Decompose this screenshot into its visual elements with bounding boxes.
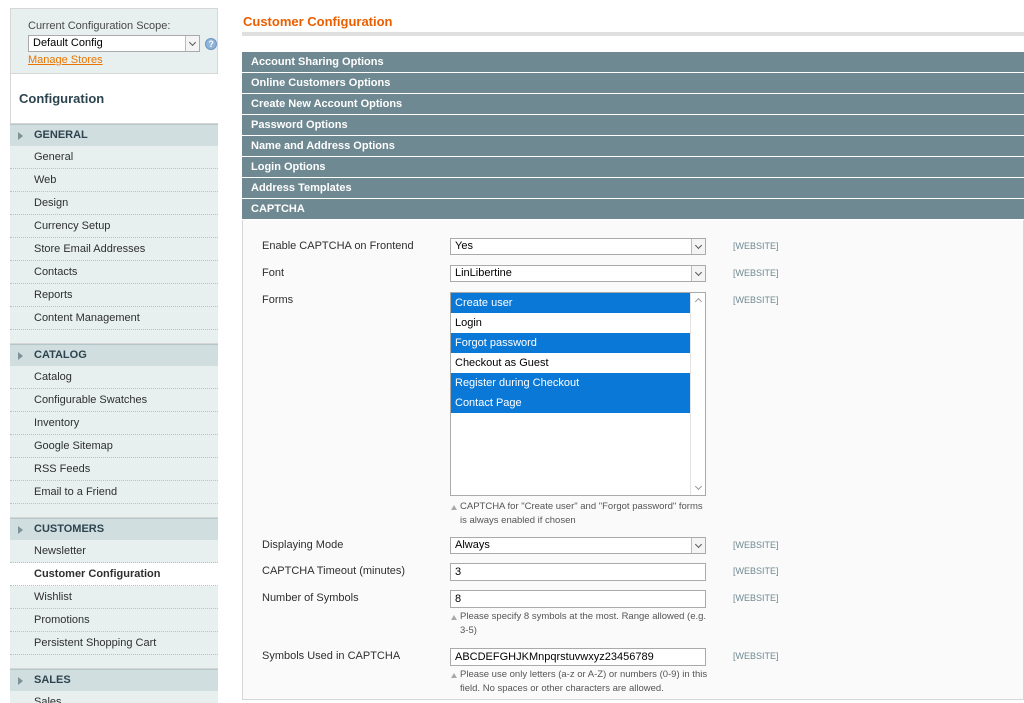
- forms-option[interactable]: Forgot password: [451, 333, 690, 353]
- help-icon[interactable]: ?: [205, 37, 217, 50]
- symbols-label: Number of Symbols: [262, 592, 359, 604]
- font-value: LinLibertine: [455, 267, 512, 279]
- displaying-mode-label: Displaying Mode: [262, 539, 344, 551]
- sidebar-item-reports[interactable]: Reports: [10, 284, 218, 307]
- nav-group-catalog[interactable]: CATALOG: [10, 344, 218, 366]
- symbols-used-label: Symbols Used in CAPTCHA: [262, 650, 401, 662]
- config-nav: GENERAL General Web Design Currency Setup Sto…: [10, 124, 218, 703]
- scope-tag: [WEBSITE]: [733, 566, 779, 576]
- sidebar: Current Configuration Scope: Default Con…: [10, 8, 218, 703]
- sidebar-item-design[interactable]: Design: [10, 192, 218, 215]
- section-login-options[interactable]: Login Options: [242, 157, 1024, 177]
- nav-group-customers[interactable]: CUSTOMERS: [10, 518, 218, 540]
- sidebar-item-customer-configuration[interactable]: Customer Configuration: [10, 563, 218, 586]
- scrollbar[interactable]: [690, 293, 705, 495]
- sidebar-item-google-sitemap[interactable]: Google Sitemap: [10, 435, 218, 458]
- chevron-down-icon: [691, 266, 705, 281]
- expand-triangle-icon: [18, 132, 23, 140]
- nav-group-label: SALES: [34, 674, 71, 686]
- section-captcha[interactable]: CAPTCHA: [242, 199, 1024, 219]
- chevron-down-icon: [691, 538, 705, 553]
- displaying-mode-value: Always: [455, 539, 490, 551]
- nav-group-spacer: [10, 655, 218, 669]
- manage-stores-link[interactable]: Manage Stores: [28, 53, 217, 67]
- sidebar-item-currency-setup[interactable]: Currency Setup: [10, 215, 218, 238]
- scope-switcher: Current Configuration Scope: Default Con…: [10, 8, 218, 74]
- sidebar-item-configurable-swatches[interactable]: Configurable Swatches: [10, 389, 218, 412]
- nav-group-label: CUSTOMERS: [34, 523, 105, 535]
- forms-multiselect[interactable]: Create user Login Forgot password Checkout …: [450, 292, 706, 496]
- expand-triangle-icon: [18, 526, 23, 534]
- sidebar-item-general[interactable]: General: [10, 146, 218, 169]
- scroll-down-icon[interactable]: [691, 480, 705, 495]
- sidebar-item-contacts[interactable]: Contacts: [10, 261, 218, 284]
- nav-group-spacer: [10, 504, 218, 518]
- section-create-new-account-options[interactable]: Create New Account Options: [242, 94, 1024, 114]
- forms-option[interactable]: Checkout as Guest: [451, 353, 690, 373]
- expand-triangle-icon: [18, 677, 23, 685]
- scope-tag: [WEBSITE]: [733, 540, 779, 550]
- forms-note: CAPTCHA for "Create user" and "Forgot pa…: [450, 500, 710, 528]
- forms-option[interactable]: Contact Page: [451, 393, 690, 413]
- chevron-down-icon: [691, 239, 705, 254]
- main-content: Customer Configuration Account Sharing O…: [242, 0, 1024, 703]
- sidebar-item-sales[interactable]: Sales: [10, 691, 218, 703]
- section-account-sharing-options[interactable]: Account Sharing Options: [242, 52, 1024, 72]
- sidebar-item-rss-feeds[interactable]: RSS Feeds: [10, 458, 218, 481]
- scope-tag: [WEBSITE]: [733, 593, 779, 603]
- displaying-mode-select[interactable]: Always: [450, 537, 706, 554]
- forms-option[interactable]: Login: [451, 313, 690, 333]
- scope-tag: [WEBSITE]: [733, 241, 779, 251]
- nav-group-general[interactable]: GENERAL: [10, 124, 218, 146]
- forms-label: Forms: [262, 294, 294, 306]
- section-name-and-address-options[interactable]: Name and Address Options: [242, 136, 1024, 156]
- sidebar-item-promotions[interactable]: Promotions: [10, 609, 218, 632]
- scope-label: Current Configuration Scope:: [28, 20, 171, 32]
- section-address-templates[interactable]: Address Templates: [242, 178, 1024, 198]
- timeout-label: CAPTCHA Timeout (minutes): [262, 565, 406, 577]
- sidebar-item-web[interactable]: Web: [10, 169, 218, 192]
- section-password-options[interactable]: Password Options: [242, 115, 1024, 135]
- symbols-used-input[interactable]: ABCDEFGHJKMnpqrstuvwxyz23456789: [450, 648, 706, 666]
- scope-tag: [WEBSITE]: [733, 295, 779, 305]
- sidebar-item-catalog[interactable]: Catalog: [10, 366, 218, 389]
- scope-select[interactable]: Default Config: [28, 35, 201, 52]
- section-list: Account Sharing Options Online Customers …: [242, 52, 1024, 219]
- symbols-note: Please specify 8 symbols at the most. Ra…: [450, 610, 710, 638]
- enable-captcha-value: Yes: [455, 240, 473, 252]
- font-label: Font: [262, 267, 285, 279]
- expand-triangle-icon: [18, 352, 23, 360]
- scroll-up-icon[interactable]: [691, 293, 705, 308]
- chevron-down-icon: [185, 36, 200, 51]
- section-online-customers-options[interactable]: Online Customers Options: [242, 73, 1024, 93]
- scope-select-value: Default Config: [33, 37, 103, 49]
- nav-group-label: GENERAL: [34, 129, 88, 141]
- scope-tag: [WEBSITE]: [733, 268, 779, 278]
- page-title: Customer Configuration: [242, 0, 1024, 36]
- captcha-section-body: Enable CAPTCHA on Frontend Yes [WEBSITE]…: [242, 220, 1024, 700]
- font-select[interactable]: LinLibertine: [450, 265, 706, 282]
- nav-group-spacer: [10, 330, 218, 344]
- config-title: Configuration: [10, 74, 218, 124]
- enable-captcha-select[interactable]: Yes: [450, 238, 706, 255]
- sidebar-item-store-email-addresses[interactable]: Store Email Addresses: [10, 238, 218, 261]
- nav-group-label: CATALOG: [34, 349, 87, 361]
- sidebar-item-persistent-shopping-cart[interactable]: Persistent Shopping Cart: [10, 632, 218, 655]
- scope-tag: [WEBSITE]: [733, 651, 779, 661]
- sidebar-item-inventory[interactable]: Inventory: [10, 412, 218, 435]
- symbols-used-note: Please use only letters (a-z or A-Z) or …: [450, 668, 710, 696]
- timeout-input[interactable]: 3: [450, 563, 706, 581]
- sidebar-item-wishlist[interactable]: Wishlist: [10, 586, 218, 609]
- enable-captcha-label: Enable CAPTCHA on Frontend: [262, 240, 414, 252]
- nav-group-sales[interactable]: SALES: [10, 669, 218, 691]
- symbols-input[interactable]: 8: [450, 590, 706, 608]
- sidebar-item-newsletter[interactable]: Newsletter: [10, 540, 218, 563]
- forms-option[interactable]: Register during Checkout: [451, 373, 690, 393]
- sidebar-item-email-to-a-friend[interactable]: Email to a Friend: [10, 481, 218, 504]
- sidebar-item-content-management[interactable]: Content Management: [10, 307, 218, 330]
- forms-option[interactable]: Create user: [451, 293, 690, 313]
